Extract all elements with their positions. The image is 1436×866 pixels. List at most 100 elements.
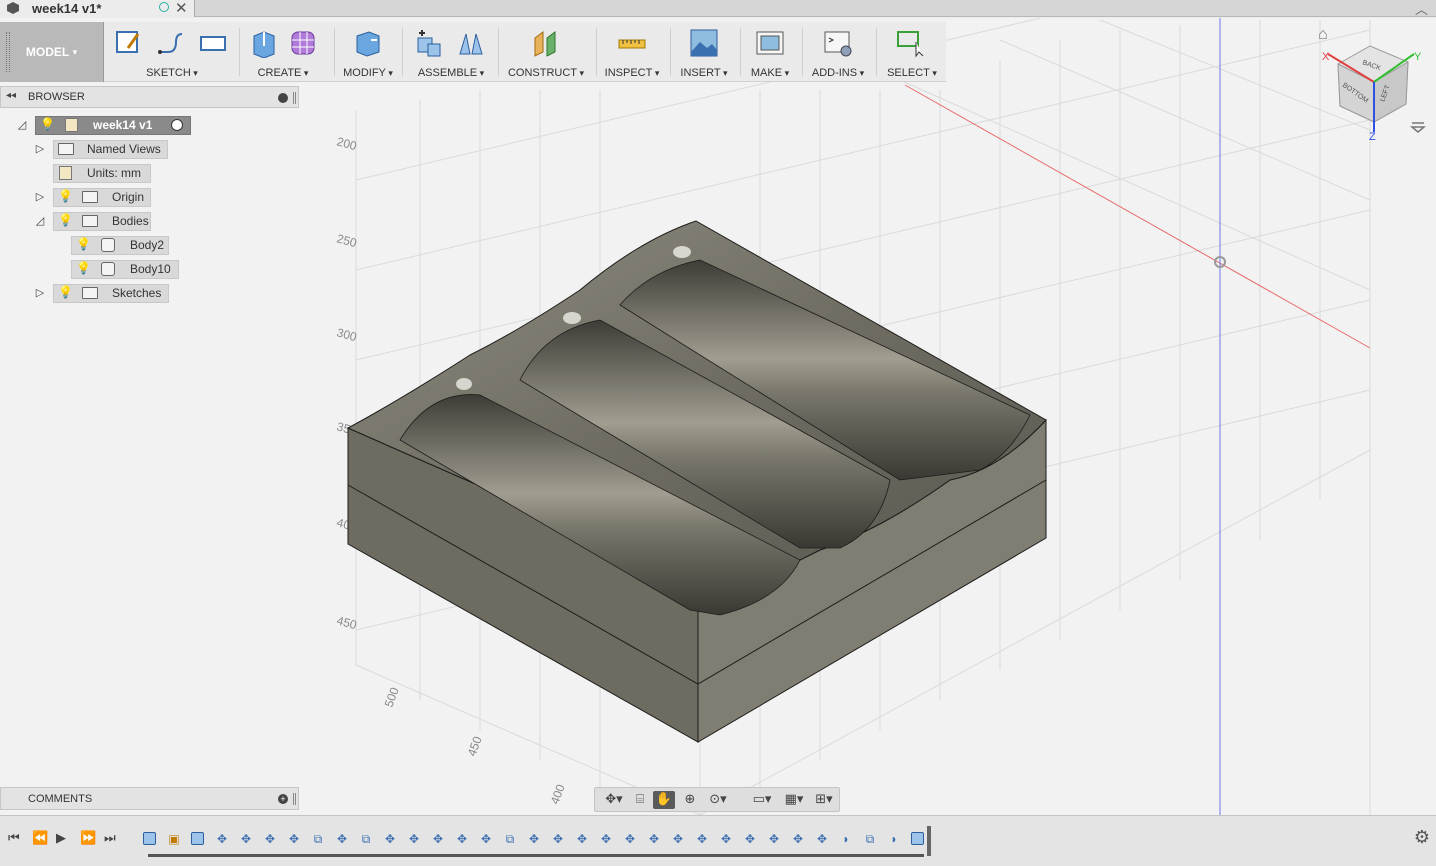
orbit-icon[interactable]: ✥▾ [599,791,629,809]
3d-print-icon[interactable] [755,28,785,58]
expand-toggle-icon[interactable]: ◿ [15,118,29,131]
select-group[interactable]: SELECT [880,22,944,82]
go-to-end-icon[interactable]: ⏭ [104,830,116,846]
timeline-fillet-feature-icon[interactable]: ◗ [887,832,901,846]
visibility-bulb-icon[interactable]: 💡 [40,117,55,131]
timeline-fillet-feature-icon[interactable]: ◗ [839,832,853,846]
new-component-icon[interactable] [414,28,444,58]
workspace-switcher[interactable]: MODEL ▾ [0,22,104,82]
browser-node-bodies[interactable]: ◿ 💡 Bodies [0,211,200,231]
display-settings-icon[interactable]: ▭▾ [747,791,777,809]
modify-menu[interactable]: MODIFY [338,67,398,79]
timeline-move-feature-icon[interactable]: ✥ [623,832,637,846]
document-tab[interactable]: week14 v1* ✕ [0,0,195,17]
visibility-bulb-icon[interactable]: 💡 [76,237,91,251]
look-at-icon[interactable]: ⌸ [629,791,651,809]
activate-icon[interactable] [171,119,183,131]
add-comment-icon[interactable]: + [278,794,288,804]
browser-node-origin[interactable]: ▷ 💡 Origin [0,187,200,207]
browser-root-node[interactable]: ◿ 💡 week14 v1 [0,115,200,135]
timeline-move-feature-icon[interactable]: ✥ [815,832,829,846]
timeline-move-feature-icon[interactable]: ✥ [575,832,589,846]
browser-node-named-views[interactable]: ▷ Named Views [0,139,200,159]
timeline-body-feature-icon[interactable] [191,832,204,845]
extrude-icon[interactable] [248,28,278,58]
viewports-icon[interactable]: ⊞▾ [809,791,839,809]
viewcube-menu-icon[interactable] [1410,120,1426,134]
offset-plane-icon[interactable] [531,28,561,58]
canvas-viewport[interactable]: 200 250 300 35 40 450 500 450 400 [0,18,1436,815]
chevron-up-icon[interactable]: ︿ [1415,0,1428,18]
rectangle-icon[interactable] [198,28,228,58]
timeline-move-feature-icon[interactable]: ✥ [527,832,541,846]
timeline-move-feature-icon[interactable]: ✥ [431,832,445,846]
create-group[interactable]: CREATE [244,22,322,82]
grid-settings-icon[interactable]: ▦▾ [779,791,809,809]
timeline-move-feature-icon[interactable]: ✥ [479,832,493,846]
visibility-bulb-icon[interactable]: 💡 [58,213,73,227]
visibility-bulb-icon[interactable]: 💡 [58,285,73,299]
zoom-icon[interactable]: ⊕ [679,791,701,809]
timeline-move-feature-icon[interactable]: ✥ [647,832,661,846]
make-menu[interactable]: MAKE [744,67,796,79]
select-menu[interactable]: SELECT [880,67,944,79]
expand-toggle-icon[interactable]: ▷ [33,286,47,299]
timeline-combine-feature-icon[interactable]: ⧉ [359,832,373,846]
timeline-move-feature-icon[interactable]: ✥ [767,832,781,846]
timeline-settings-icon[interactable]: ⚙ [1414,827,1430,848]
timeline-move-feature-icon[interactable]: ✥ [215,832,229,846]
timeline-move-feature-icon[interactable]: ✥ [287,832,301,846]
timeline-move-feature-icon[interactable]: ✥ [743,832,757,846]
step-forward-icon[interactable]: ⏩ [80,830,96,846]
timeline-move-feature-icon[interactable]: ✥ [383,832,397,846]
timeline-combine-feature-icon[interactable]: ⧉ [863,832,877,846]
expand-toggle-icon[interactable]: ▷ [33,142,47,155]
timeline-move-feature-icon[interactable]: ✥ [407,832,421,846]
close-tab-icon[interactable]: ✕ [175,0,188,17]
timeline-sketch-feature-icon[interactable]: ▣ [167,832,181,846]
play-icon[interactable]: ▶ [56,830,66,846]
timeline-move-feature-icon[interactable]: ✥ [791,832,805,846]
assemble-menu[interactable]: ASSEMBLE [408,67,494,79]
timeline-scale-feature-icon[interactable]: ⧉ [311,832,325,846]
timeline-combine-feature-icon[interactable]: ⧉ [503,832,517,846]
timeline-move-feature-icon[interactable]: ✥ [551,832,565,846]
browser-node-body10[interactable]: 💡 Body10 [0,259,200,279]
panel-grip[interactable] [293,793,296,805]
scripts-icon[interactable] [823,28,853,58]
timeline-move-feature-icon[interactable]: ✥ [719,832,733,846]
create-sketch-icon[interactable] [114,28,144,58]
minimize-icon[interactable] [278,93,288,103]
timeline-marker[interactable] [927,826,931,856]
timeline-move-feature-icon[interactable]: ✥ [671,832,685,846]
insert-menu[interactable]: INSERT [674,67,734,79]
inspect-menu[interactable]: INSPECT [600,67,664,79]
timeline-body-feature-icon[interactable] [143,832,156,845]
pan-icon[interactable]: ✋ [653,791,675,809]
timeline-move-feature-icon[interactable]: ✥ [263,832,277,846]
expand-toggle-icon[interactable]: ◿ [33,214,47,227]
measure-icon[interactable] [617,28,647,58]
visibility-bulb-icon[interactable]: 💡 [76,261,91,275]
addins-group[interactable]: ADD-INS [806,22,870,82]
line-icon[interactable] [156,28,186,58]
timeline-move-feature-icon[interactable]: ✥ [239,832,253,846]
expand-toggle-icon[interactable]: ▷ [33,190,47,203]
timeline-move-feature-icon[interactable]: ✥ [695,832,709,846]
construct-menu[interactable]: CONSTRUCT [502,67,590,79]
insert-group[interactable]: INSERT [674,22,734,82]
browser-node-body2[interactable]: 💡 Body2 [0,235,200,255]
fit-icon[interactable]: ⊙▾ [703,791,733,809]
step-back-icon[interactable]: ⏪ [32,830,48,846]
timeline-move-feature-icon[interactable]: ✥ [455,832,469,846]
insert-image-icon[interactable] [689,28,719,58]
press-pull-icon[interactable] [353,28,383,58]
make-group[interactable]: MAKE [744,22,796,82]
inspect-group[interactable]: INSPECT [600,22,664,82]
select-icon[interactable] [896,28,926,58]
browser-node-sketches[interactable]: ▷ 💡 Sketches [0,283,200,303]
panel-grip[interactable] [293,92,296,104]
create-menu[interactable]: CREATE [244,67,322,79]
comments-panel[interactable]: COMMENTS + [0,787,299,810]
timeline-move-feature-icon[interactable]: ✥ [335,832,349,846]
